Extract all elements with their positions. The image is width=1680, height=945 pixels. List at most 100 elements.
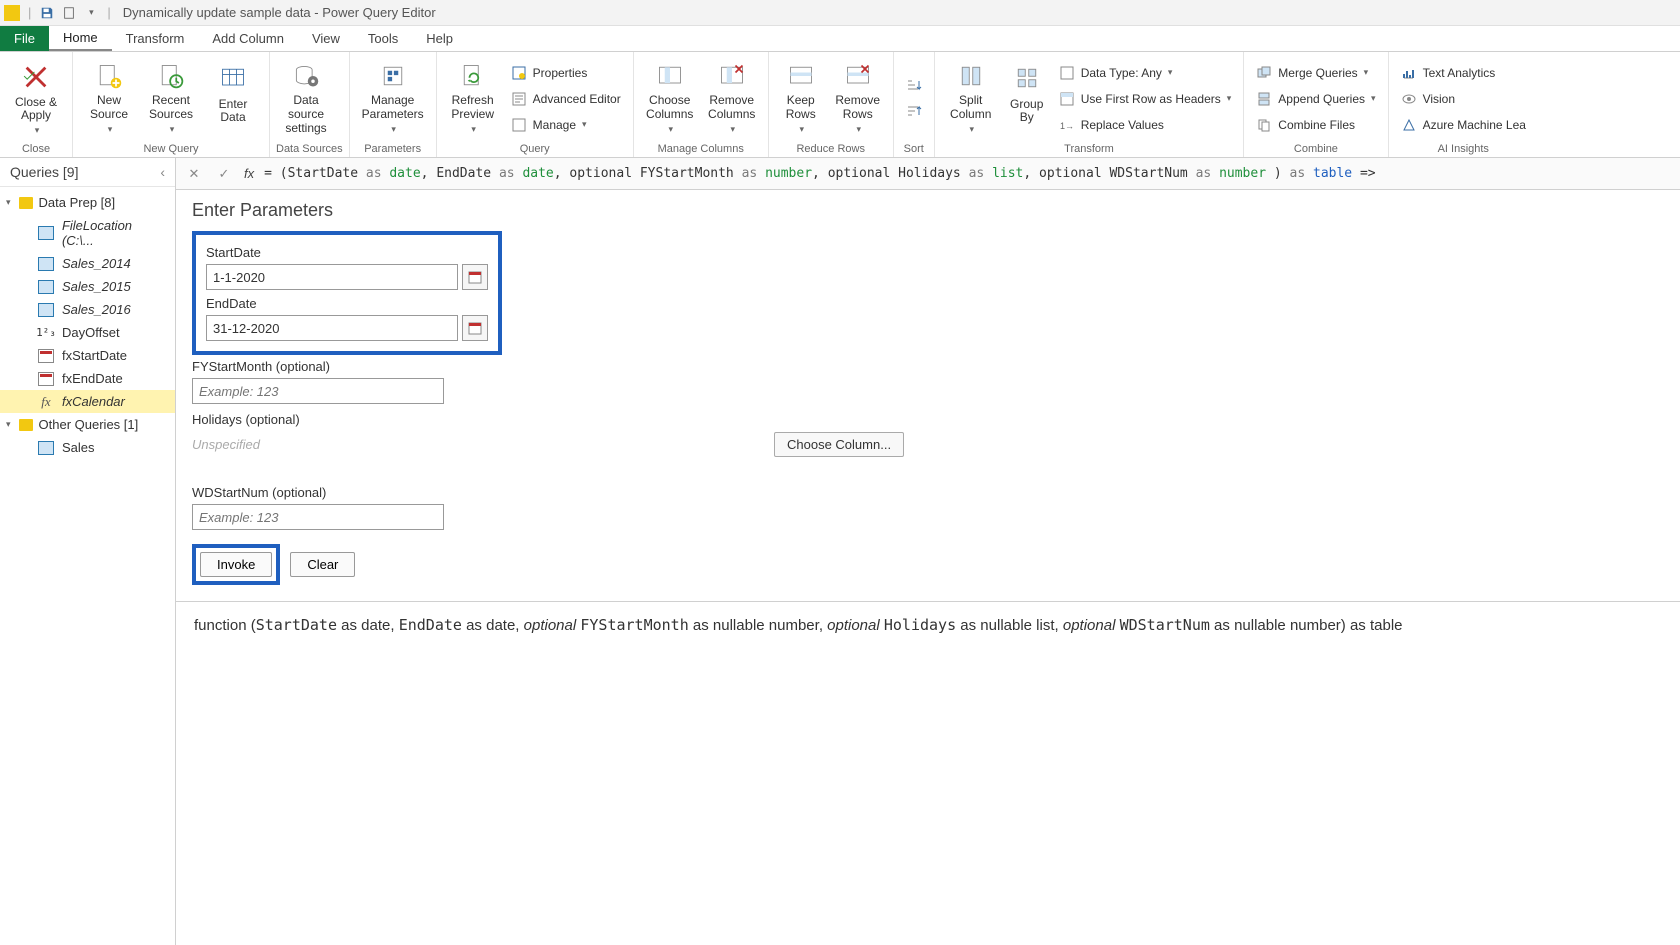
ribbon-group-reduce-rows: Keep Rows Remove Rows Reduce Rows [769,52,894,157]
remove-columns-icon [716,62,748,91]
content: ✕ ✓ fx = (StartDate as date, EndDate as … [176,158,1680,945]
recent-sources-button[interactable]: Recent Sources [141,60,201,138]
sort-asc-icon [906,78,922,94]
tab-home[interactable]: Home [49,26,112,51]
table-icon [38,303,54,317]
new-source-button[interactable]: New Source [79,60,139,138]
azure-ml-button[interactable]: Azure Machine Lea [1395,113,1532,137]
ribbon-group-data-sources: Data source settings Data Sources [270,52,350,157]
group-label-manage-columns: Manage Columns [640,141,762,155]
properties-icon [511,65,527,81]
fx-icon[interactable]: fx [244,166,254,181]
save-icon[interactable] [39,5,55,21]
queries-tree: Data Prep [8] FileLocation (C:\... Sales… [0,187,175,463]
ribbon-group-new-query: New Source Recent Sources Enter Data New… [73,52,270,157]
query-sales[interactable]: Sales [0,436,175,459]
append-queries-button[interactable]: Append Queries ▾ [1250,87,1381,111]
manage-parameters-button[interactable]: Manage Parameters [356,60,430,138]
folder-icon [19,419,33,431]
sort-desc-icon [906,104,922,120]
query-fxcalendar[interactable]: fxfxCalendar [0,390,175,413]
tab-file[interactable]: File [0,26,49,51]
ribbon-group-manage-columns: Choose Columns Remove Columns Manage Col… [634,52,769,157]
commit-formula-button[interactable]: ✓ [214,164,234,184]
keep-rows-button[interactable]: Keep Rows [775,60,827,138]
remove-rows-button[interactable]: Remove Rows [829,60,887,138]
combine-files-button[interactable]: Combine Files [1250,113,1381,137]
merge-queries-button[interactable]: Merge Queries ▾ [1250,61,1381,85]
data-type-button[interactable]: Data Type: Any ▾ [1053,61,1238,85]
enter-data-button[interactable]: Enter Data [203,60,263,138]
use-first-row-headers-button[interactable]: Use First Row as Headers ▾ [1053,87,1238,111]
tab-add-column[interactable]: Add Column [198,26,298,51]
data-source-settings-button[interactable]: Data source settings [276,60,336,138]
qat-dropdown-icon[interactable]: ▾ [83,5,99,21]
table-icon [38,280,54,294]
query-sales-2014[interactable]: Sales_2014 [0,252,175,275]
number-icon: 1²₃ [38,326,54,340]
vision-button[interactable]: Vision [1395,87,1532,111]
replace-values-icon: 1→2 [1059,117,1075,133]
chevron-down-icon [469,122,476,136]
cancel-formula-button[interactable]: ✕ [184,164,204,184]
query-sales-2016[interactable]: Sales_2016 [0,298,175,321]
query-filelocation[interactable]: FileLocation (C:\... [0,214,175,252]
tree-group-data-prep[interactable]: Data Prep [8] [0,191,175,214]
svg-text:1→2: 1→2 [1060,121,1074,131]
startdate-label: StartDate [206,245,488,260]
group-by-button[interactable]: Group By [1003,60,1051,138]
startdate-input[interactable] [206,264,458,290]
collapse-icon[interactable]: ‹ [160,164,165,180]
clear-button[interactable]: Clear [290,552,355,577]
combine-files-icon [1256,117,1272,133]
choose-columns-button[interactable]: Choose Columns [640,60,700,138]
tab-help[interactable]: Help [412,26,467,51]
formula-text[interactable]: = (StartDate as date, EndDate as date, o… [264,166,1672,181]
query-fxstartdate[interactable]: fxStartDate [0,344,175,367]
split-column-button[interactable]: Split Column [941,60,1001,138]
startdate-picker-button[interactable] [462,264,488,290]
tab-transform[interactable]: Transform [112,26,199,51]
data-type-icon [1059,65,1075,81]
query-sales-2015[interactable]: Sales_2015 [0,275,175,298]
group-label-transform: Transform [941,141,1238,155]
sort-asc-button[interactable] [900,74,928,98]
tab-view[interactable]: View [298,26,354,51]
document-icon[interactable] [61,5,77,21]
enddate-picker-button[interactable] [462,315,488,341]
properties-button[interactable]: Properties [505,61,627,85]
enddate-label: EndDate [206,296,488,311]
ribbon-group-close: Close & Apply Close [0,52,73,157]
titlebar: | ▾ | Dynamically update sample data - P… [0,0,1680,26]
choose-column-button[interactable]: Choose Column... [774,432,904,457]
queries-sidebar: Queries [9] ‹ Data Prep [8] FileLocation… [0,158,176,945]
ribbon-group-parameters: Manage Parameters Parameters [350,52,437,157]
ribbon-group-query: Refresh Preview Properties Advanced Edit… [437,52,634,157]
text-analytics-icon [1401,65,1417,81]
azure-ml-icon [1401,117,1417,133]
ribbon: Close & Apply Close New Source Recent So… [0,52,1680,158]
refresh-preview-button[interactable]: Refresh Preview [443,60,503,138]
group-label-ai: AI Insights [1395,141,1532,155]
tab-tools[interactable]: Tools [354,26,412,51]
enddate-input[interactable] [206,315,458,341]
remove-columns-button[interactable]: Remove Columns [702,60,762,138]
tree-group-other-queries[interactable]: Other Queries [1] [0,413,175,436]
query-fxenddate[interactable]: fxEndDate [0,367,175,390]
merge-queries-icon [1256,65,1272,81]
text-analytics-button[interactable]: Text Analytics [1395,61,1532,85]
manage-button[interactable]: Manage ▾ [505,113,627,137]
advanced-editor-button[interactable]: Advanced Editor [505,87,627,111]
close-apply-button[interactable]: Close & Apply [6,60,66,138]
chevron-down-icon [797,122,804,136]
chevron-down-icon [106,122,113,136]
wdstartnum-input[interactable] [192,504,444,530]
qat-sep2: | [107,5,110,20]
query-dayoffset[interactable]: 1²₃DayOffset [0,321,175,344]
group-by-icon [1011,62,1043,94]
replace-values-button[interactable]: 1→2Replace Values [1053,113,1238,137]
sort-desc-button[interactable] [900,100,928,124]
invoke-button[interactable]: Invoke [200,552,272,577]
fystartmonth-input[interactable] [192,378,444,404]
main: Queries [9] ‹ Data Prep [8] FileLocation… [0,158,1680,945]
